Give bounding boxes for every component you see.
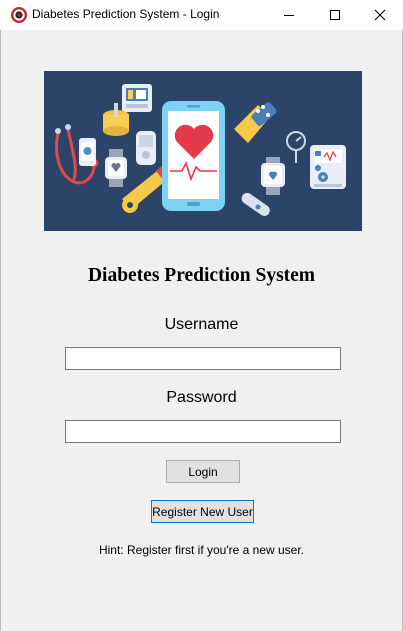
maximize-button[interactable] <box>312 0 358 30</box>
hint-text: Hint: Register first if you're a new use… <box>98 543 305 557</box>
smartphone-heart-icon <box>162 101 225 211</box>
login-window: Diabetes Prediction System - Login Diabe… <box>0 0 403 631</box>
minimize-button[interactable] <box>266 0 312 30</box>
minimize-icon <box>284 15 294 16</box>
password-input[interactable] <box>65 420 341 443</box>
close-button[interactable] <box>357 0 403 30</box>
window-title: Diabetes Prediction System - Login <box>32 7 220 21</box>
blood-pressure-monitor-icon <box>122 84 152 112</box>
close-icon <box>374 9 386 21</box>
app-icon <box>11 7 27 23</box>
username-input[interactable] <box>65 347 341 370</box>
register-new-user-button[interactable]: Register New User <box>151 500 254 523</box>
health-devices-illustration <box>44 71 362 231</box>
health-monitor-device-icon <box>310 145 346 189</box>
login-button[interactable]: Login <box>166 460 240 483</box>
app-title: Diabetes Prediction System <box>87 265 316 286</box>
maximize-icon <box>330 10 340 20</box>
title-bar[interactable]: Diabetes Prediction System - Login <box>0 0 403 30</box>
glucometer-icon <box>136 131 156 165</box>
health-devices-banner <box>44 71 362 231</box>
small-phone-icon <box>79 138 96 166</box>
username-label: Username <box>164 316 239 333</box>
password-label: Password <box>166 389 237 406</box>
